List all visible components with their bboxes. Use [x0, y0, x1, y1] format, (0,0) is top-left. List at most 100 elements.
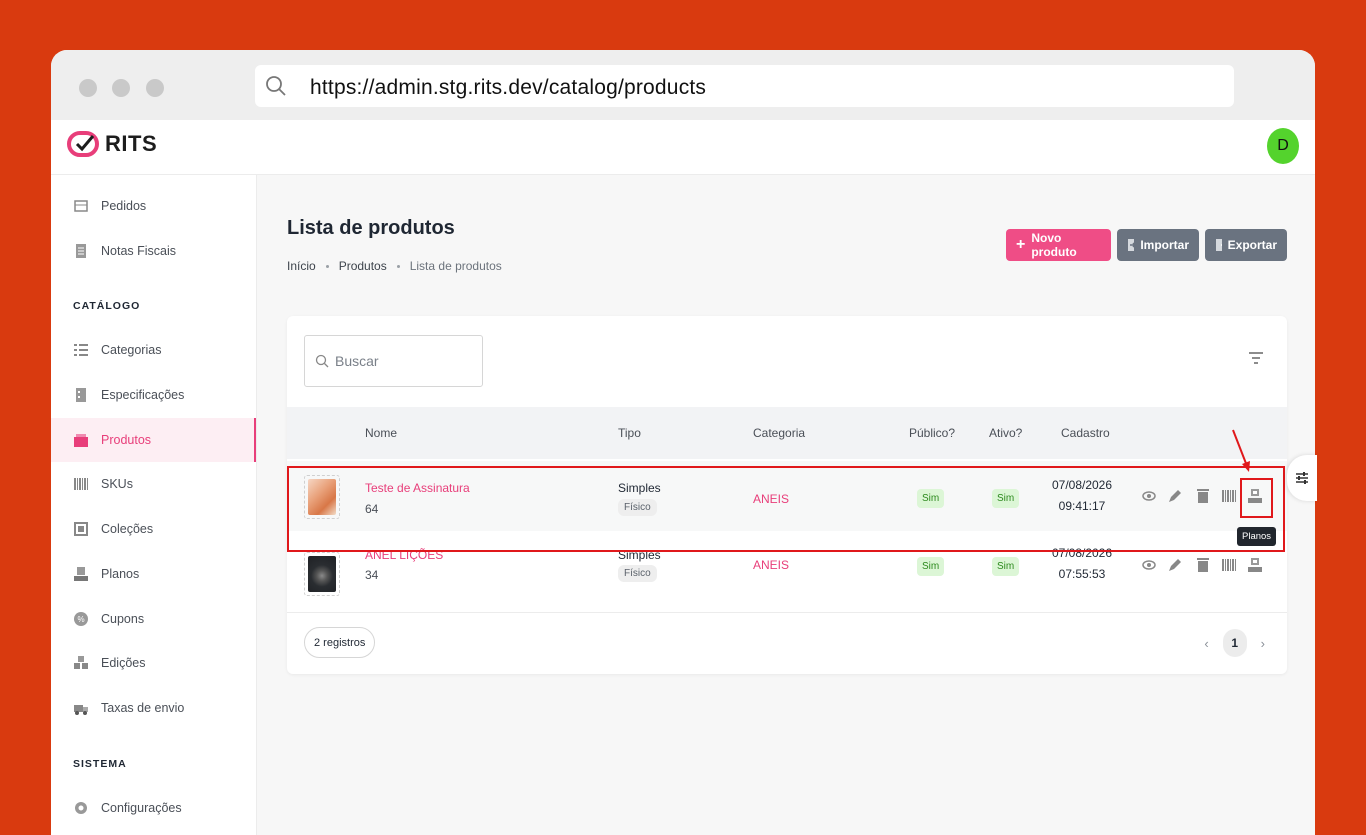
public-badge: Sim [917, 489, 945, 508]
breadcrumb-products[interactable]: Produtos [339, 259, 387, 273]
table-row[interactable]: Teste de Assinatura 64 Simples Físico AN… [287, 461, 1287, 531]
sidebar-item-categorias[interactable]: Categorias [51, 328, 256, 372]
sidebar-item-planos[interactable]: Planos [51, 552, 256, 596]
sidebar-item-taxas-de-envio[interactable]: Taxas de envio [51, 686, 256, 730]
coupon-icon: % [73, 611, 89, 627]
plus-icon: + [1016, 236, 1026, 253]
sidebar-item-notas-fiscais[interactable]: Notas Fiscais [51, 229, 256, 273]
sidebar-item-cupons[interactable]: % Cupons [51, 597, 256, 641]
table-divider [287, 612, 1287, 613]
specs-icon [73, 387, 89, 403]
column-header-date[interactable]: Cadastro [1061, 426, 1110, 440]
sidebar: Pedidos Notas Fiscais CATÁLOGO Categoria… [51, 175, 257, 835]
view-icon[interactable] [1139, 486, 1159, 506]
logo-icon [67, 131, 99, 157]
plan-icon [73, 566, 89, 582]
next-page-icon[interactable]: › [1261, 636, 1265, 651]
search-input[interactable]: Buscar [304, 335, 483, 387]
shipping-icon [73, 700, 89, 716]
sidebar-item-label: Notas Fiscais [101, 244, 177, 258]
delete-icon[interactable] [1193, 486, 1213, 506]
export-label: Exportar [1227, 238, 1277, 252]
product-date-day: 07/08/2026 [1051, 546, 1113, 560]
sidebar-item-label: Cupons [101, 612, 145, 626]
products-card: Buscar Nome Tipo Categoria Público? Ativ… [287, 316, 1287, 674]
logo-text: RITS [105, 131, 158, 156]
product-date: 07/08/2026 07:55:53 [1042, 543, 1122, 585]
sidebar-item-label: Taxas de envio [101, 701, 185, 715]
sidebar-item-label: Especificações [101, 388, 185, 402]
prev-page-icon[interactable]: ‹ [1204, 636, 1208, 651]
svg-text:%: % [77, 615, 84, 624]
barcode-icon [73, 476, 89, 492]
plans-icon[interactable] [1245, 555, 1265, 575]
record-count: 2 registros [304, 627, 376, 658]
sidebar-item-configuracoes[interactable]: Configurações [51, 786, 256, 830]
system-section-header: SISTEMA [73, 758, 127, 770]
new-product-button[interactable]: + Novo produto [1006, 229, 1111, 261]
window-close-dot[interactable] [79, 79, 97, 97]
list-icon [73, 342, 89, 358]
filter-icon[interactable] [1249, 352, 1263, 364]
breadcrumb-separator [396, 264, 400, 268]
product-type: Simples [618, 548, 661, 562]
sidebar-item-colecoes[interactable]: Coleções [51, 507, 256, 551]
product-name-link[interactable]: ANEL LIÇÕES [365, 548, 443, 562]
breadcrumb-home[interactable]: Início [287, 259, 316, 273]
annotation-arrow-icon [1232, 429, 1250, 472]
window-minimize-dot[interactable] [112, 79, 130, 97]
plans-icon[interactable] [1245, 486, 1265, 506]
sidebar-item-edicoes[interactable]: Edições [51, 641, 256, 685]
product-type-tag: Físico [618, 565, 657, 582]
column-header-category[interactable]: Categoria [753, 426, 805, 440]
product-date: 07/08/2026 09:41:17 [1042, 475, 1122, 517]
collection-icon [73, 521, 89, 537]
column-header-public[interactable]: Público? [909, 426, 955, 440]
sidebar-item-skus[interactable]: SKUs [51, 462, 256, 506]
sidebar-item-especificacoes[interactable]: Especificações [51, 373, 256, 417]
column-header-name[interactable]: Nome [365, 426, 397, 440]
product-type-tag: Físico [618, 499, 657, 516]
window-maximize-dot[interactable] [146, 79, 164, 97]
tooltip: Planos [1237, 527, 1277, 546]
product-category-link[interactable]: ANEIS [753, 492, 789, 506]
column-header-type[interactable]: Tipo [618, 426, 641, 440]
sidebar-item-produtos[interactable]: Produtos [51, 418, 256, 462]
breadcrumb-current: Lista de produtos [409, 259, 502, 273]
catalog-section-header: CATÁLOGO [73, 300, 141, 312]
sidebar-item-label: Configurações [101, 801, 182, 815]
table-row[interactable]: ANEL LIÇÕES 34 Simples Físico ANEIS Sim … [287, 540, 1287, 610]
product-category-link[interactable]: ANEIS [753, 558, 789, 572]
address-bar[interactable]: https://admin.stg.rits.dev/catalog/produ… [255, 65, 1234, 107]
breadcrumb: Início Produtos Lista de produtos [287, 259, 502, 273]
avatar[interactable]: D [1267, 128, 1299, 164]
view-icon[interactable] [1139, 555, 1159, 575]
url-text: https://admin.stg.rits.dev/catalog/produ… [310, 76, 707, 99]
sliders-icon [1296, 472, 1308, 484]
page-number[interactable]: 1 [1222, 629, 1247, 657]
sidebar-item-label: Produtos [101, 433, 152, 447]
sidebar-item-label: Edições [101, 656, 146, 670]
editions-icon [73, 655, 89, 671]
sidebar-item-label: SKUs [101, 477, 133, 491]
sidebar-item-label: Planos [101, 567, 140, 581]
top-bar: RITS D [51, 120, 1315, 175]
logo[interactable]: RITS [67, 130, 157, 158]
barcode-icon[interactable] [1219, 486, 1239, 506]
sidebar-item-pedidos[interactable]: Pedidos [51, 184, 256, 228]
browser-chrome: https://admin.stg.rits.dev/catalog/produ… [51, 50, 1315, 120]
import-button[interactable]: Importar [1117, 229, 1199, 261]
export-button[interactable]: Exportar [1205, 229, 1287, 261]
product-name-link[interactable]: Teste de Assinatura [365, 481, 470, 495]
public-badge: Sim [917, 557, 945, 576]
settings-toggle[interactable] [1287, 455, 1317, 501]
page-title: Lista de produtos [287, 217, 455, 239]
sidebar-item-label: Pedidos [101, 199, 147, 213]
barcode-icon[interactable] [1219, 555, 1239, 575]
orders-icon [73, 198, 89, 214]
edit-icon[interactable] [1165, 486, 1185, 506]
column-header-active[interactable]: Ativo? [989, 426, 1022, 440]
edit-icon[interactable] [1165, 555, 1185, 575]
delete-icon[interactable] [1193, 555, 1213, 575]
box-icon [73, 432, 89, 448]
